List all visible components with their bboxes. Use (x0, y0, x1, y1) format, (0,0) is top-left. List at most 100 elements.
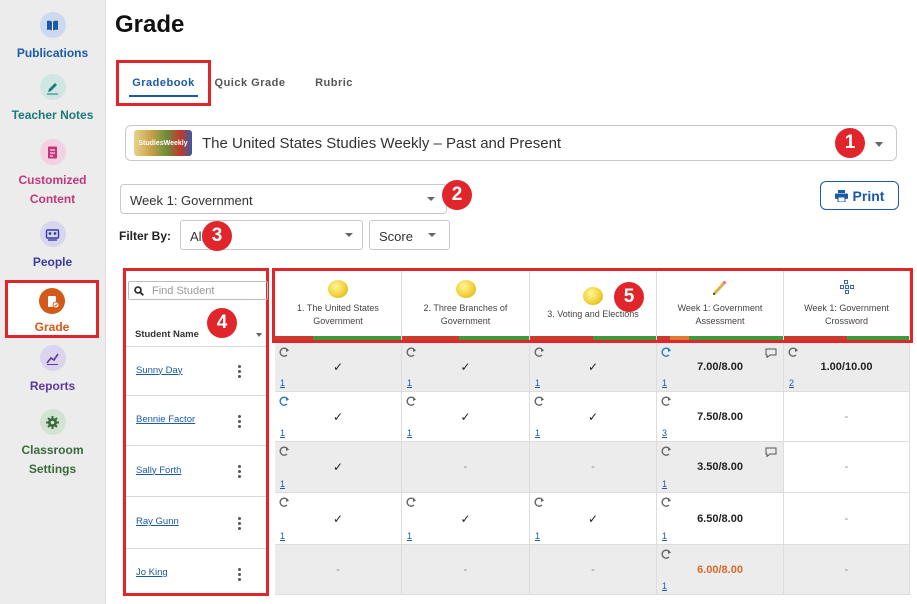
sidebar-item-customized-content[interactable]: Customized Content (0, 139, 105, 209)
grade-cell[interactable]: 1 ✓ (275, 392, 402, 442)
attempt-link[interactable]: 1 (280, 531, 285, 541)
student-name-link[interactable]: Jo King (136, 567, 168, 578)
grade-cell[interactable]: - (784, 493, 910, 545)
grade-cell[interactable]: 1 6.00/8.00 (657, 545, 784, 595)
tab-gradebook[interactable]: Gradebook (116, 60, 211, 106)
student-name-link[interactable]: Sally Forth (136, 465, 181, 476)
week-select-value: Week 1: Government (130, 193, 253, 208)
attempt-link[interactable]: 3 (662, 428, 667, 438)
attempt-link[interactable]: 1 (662, 378, 667, 388)
table-row: Bennie Factor (126, 395, 266, 445)
attempt-link[interactable]: 1 (280, 378, 285, 388)
refresh-icon[interactable] (278, 346, 290, 358)
attempt-link[interactable]: 1 (662, 581, 667, 591)
attempt-link[interactable]: 1 (407, 428, 412, 438)
refresh-icon[interactable] (533, 395, 545, 407)
sidebar-item-people[interactable]: People (0, 221, 105, 272)
print-button[interactable]: Print (820, 181, 899, 210)
refresh-icon[interactable] (533, 346, 545, 358)
more-options-icon[interactable] (231, 464, 247, 480)
score-distribution-bar (657, 336, 783, 340)
refresh-icon[interactable] (278, 395, 290, 407)
score-filter-select[interactable]: Score (369, 220, 450, 250)
score-value: 6.00/8.00 (697, 563, 743, 576)
sidebar-item-label: Grade (34, 320, 70, 334)
more-options-icon[interactable] (231, 515, 247, 531)
grade-cell[interactable]: 1 ✓ (275, 442, 402, 493)
more-options-icon[interactable] (231, 413, 247, 429)
comment-icon[interactable] (765, 348, 777, 358)
grade-cell[interactable]: 1 ✓ (402, 493, 530, 545)
sidebar-item-classroom-settings[interactable]: Classroom Settings (0, 409, 105, 479)
grade-cell[interactable]: - (530, 545, 657, 595)
grade-cell[interactable]: - (784, 442, 910, 493)
table-row: Jo King (126, 548, 266, 598)
attempt-link[interactable]: 1 (407, 531, 412, 541)
grade-cell[interactable]: 1 6.50/8.00 (657, 493, 784, 545)
publication-select[interactable]: StudiesWeekly The United States Studies … (125, 125, 897, 161)
grade-cell[interactable]: 1 ✓ (530, 343, 657, 392)
assignment-header[interactable]: 2. Three Branches of Government (402, 271, 530, 340)
assignment-header[interactable]: Week 1: Government Crossword (784, 271, 910, 340)
tab-rubric[interactable]: Rubric (304, 60, 364, 106)
grade-cell[interactable]: 3 7.50/8.00 (657, 392, 784, 442)
assignment-title: 2. Three Branches of Government (423, 303, 508, 326)
refresh-icon[interactable] (533, 496, 545, 508)
attempt-link[interactable]: 1 (662, 479, 667, 489)
attempt-link[interactable]: 1 (535, 531, 540, 541)
refresh-icon[interactable] (405, 496, 417, 508)
grade-cell[interactable]: 1 3.50/8.00 (657, 442, 784, 493)
attempt-link[interactable]: 1 (280, 428, 285, 438)
refresh-icon[interactable] (278, 496, 290, 508)
grade-cell[interactable]: - (784, 545, 910, 595)
refresh-icon[interactable] (660, 346, 672, 358)
grade-cell[interactable]: 1 ✓ (275, 493, 402, 545)
grade-cell[interactable]: 1 ✓ (402, 343, 530, 392)
sidebar-item-teacher-notes[interactable]: Teacher Notes (0, 74, 105, 125)
search-input[interactable]: Find Student (128, 281, 268, 300)
grade-cell[interactable]: - (530, 442, 657, 493)
grade-cell[interactable]: - (402, 442, 530, 493)
refresh-icon[interactable] (660, 445, 672, 457)
grade-cell[interactable]: 2 1.00/10.00 (784, 343, 910, 392)
refresh-icon[interactable] (787, 346, 799, 358)
more-options-icon[interactable] (231, 364, 247, 380)
assignment-header[interactable]: 1. The United States Government (275, 271, 402, 340)
sidebar-item-publications[interactable]: Publications (0, 12, 105, 63)
grade-cell[interactable]: 1 ✓ (402, 392, 530, 442)
week-select[interactable]: Week 1: Government (120, 184, 447, 214)
chevron-down-icon (427, 197, 435, 201)
attempt-link[interactable]: 1 (535, 428, 540, 438)
refresh-icon[interactable] (660, 496, 672, 508)
attempt-link[interactable]: 1 (280, 479, 285, 489)
gradebook-grid: Find Student Student Name Sunny Day Benni… (123, 268, 913, 596)
grade-cell[interactable]: 1 ✓ (530, 493, 657, 545)
attempt-link[interactable]: 2 (789, 378, 794, 388)
grade-cell[interactable]: 1 ✓ (275, 343, 402, 392)
attempt-link[interactable]: 1 (662, 531, 667, 541)
grade-cell[interactable]: - (784, 392, 910, 442)
refresh-icon[interactable] (660, 548, 672, 560)
refresh-icon[interactable] (660, 395, 672, 407)
grade-cell[interactable]: - (275, 545, 402, 595)
sidebar-item-grade[interactable]: Grade (5, 280, 99, 338)
grade-cell[interactable]: 1 7.00/8.00 (657, 343, 784, 392)
assignment-header[interactable]: Week 1: Government Assessment (657, 271, 784, 340)
refresh-icon[interactable] (278, 445, 290, 457)
student-name-header[interactable]: Student Name (135, 329, 199, 340)
grade-cell[interactable]: - (402, 545, 530, 595)
sidebar-item-reports[interactable]: Reports (0, 345, 105, 396)
attempt-link[interactable]: 1 (407, 378, 412, 388)
grade-cell[interactable]: 1 ✓ (530, 392, 657, 442)
refresh-icon[interactable] (405, 346, 417, 358)
student-name-link[interactable]: Ray Gunn (136, 516, 179, 527)
student-name-link[interactable]: Bennie Factor (136, 414, 195, 425)
comment-icon[interactable] (765, 447, 777, 457)
student-name-link[interactable]: Sunny Day (136, 365, 182, 376)
pen-icon (39, 74, 66, 100)
refresh-icon[interactable] (405, 395, 417, 407)
attempt-link[interactable]: 1 (535, 378, 540, 388)
sort-caret-icon[interactable] (256, 333, 262, 337)
more-options-icon[interactable] (231, 566, 247, 582)
tab-quick-grade[interactable]: Quick Grade (212, 60, 288, 106)
